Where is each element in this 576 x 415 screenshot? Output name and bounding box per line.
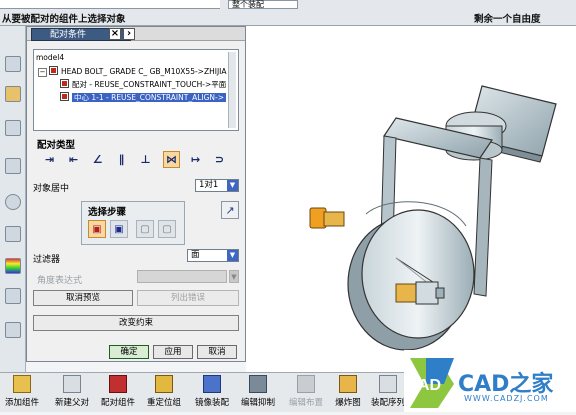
tree-row[interactable]: 配对 - REUSE_CONSTRAINT_TOUCH->平面 — [60, 79, 236, 91]
step-second-from-icon[interactable]: ▢ — [136, 220, 154, 238]
object-center-label: 对象居中 — [33, 184, 70, 194]
constraint-tree[interactable]: model4 − HEAD BOLT_ GRADE C_ GB_M10X55->Z… — [33, 49, 239, 131]
exploded-view-icon — [339, 375, 357, 393]
color-palette-icon[interactable] — [5, 258, 21, 274]
parallel-icon[interactable]: ∥ — [113, 151, 130, 168]
checkbox[interactable] — [60, 79, 69, 88]
add-component-icon — [13, 375, 31, 393]
roles-icon[interactable] — [5, 288, 21, 304]
mirror-icon — [203, 375, 221, 393]
system-materials-icon[interactable] — [5, 322, 21, 338]
change-constraint-button[interactable]: 改变约束 — [33, 315, 239, 331]
angle-expression-field[interactable] — [137, 270, 227, 283]
reposition-icon — [155, 375, 173, 393]
web-browser-icon[interactable] — [5, 226, 21, 242]
graphics-viewport[interactable] — [246, 26, 576, 372]
reverse-direction-icon[interactable]: ↗ — [221, 201, 239, 219]
selection-steps-group: 选择步骤 ▣ ▣ ▢ ▢ — [81, 201, 185, 245]
mate-component-icon — [109, 375, 127, 393]
center-icon[interactable]: ⋈ — [163, 151, 180, 168]
reposition-button[interactable]: 重定位组 — [142, 375, 186, 411]
add-component-button[interactable]: 添加组件 — [2, 375, 42, 411]
checkbox[interactable] — [49, 66, 58, 75]
part-nav-icon[interactable] — [5, 120, 21, 136]
step-second-to-icon[interactable]: ▢ — [158, 220, 176, 238]
history-icon[interactable] — [5, 194, 21, 210]
exploded-view-button[interactable]: 爆炸图 — [330, 375, 366, 411]
mirror-assembly-button[interactable]: 镜像装配 — [190, 375, 234, 411]
cancel-button[interactable]: 取消 — [197, 345, 237, 359]
object-center-select[interactable]: 1对1 ▼ — [195, 179, 239, 192]
suppression-icon — [249, 375, 267, 393]
angle-expression-label: 角度表达式 — [37, 276, 83, 286]
ok-button[interactable]: 确定 — [109, 345, 149, 359]
checkbox[interactable] — [60, 92, 69, 101]
logo-ad-letters: AD — [418, 377, 441, 394]
sequence-icon — [379, 375, 397, 393]
create-parent-icon — [63, 375, 81, 393]
edit-arrangement-button[interactable]: 编辑布置 — [284, 375, 328, 411]
tangent-icon[interactable]: ⊃ — [211, 151, 228, 168]
step-from-icon[interactable]: ▣ — [88, 220, 106, 238]
cadzj-logo: AD CAD之家 WWW.CADZJ.COM — [404, 350, 576, 412]
create-parent-button[interactable]: 新建父对 — [50, 375, 94, 411]
edit-suppression-button[interactable]: 编辑抑制 — [236, 375, 280, 411]
dialog-titlebar: 配对条件 × › — [27, 27, 245, 41]
status-bar: 整个装配 从要被配对的组件上选择对象 剩余一个自由度 — [0, 0, 576, 26]
perpendicular-icon[interactable]: ⊥ — [137, 151, 154, 168]
close-icon[interactable]: × — [109, 28, 121, 40]
arrangement-icon — [297, 375, 315, 393]
chevron-down-icon[interactable]: ▼ — [227, 250, 238, 261]
cancel-preview-button[interactable]: 取消预览 — [33, 290, 133, 306]
mate-component-button[interactable]: 配对组件 — [98, 375, 138, 411]
list-errors-button[interactable]: 列出错误 — [137, 290, 239, 306]
distance-icon[interactable]: ↦ — [187, 151, 204, 168]
caster-wheel-model — [309, 85, 557, 351]
collapse-icon[interactable]: − — [38, 68, 47, 77]
selection-bar[interactable] — [0, 0, 220, 9]
constraint-nav-icon[interactable] — [5, 86, 21, 102]
assembly-nav-icon[interactable] — [5, 56, 21, 72]
filter-select[interactable]: 面 ▼ — [187, 249, 239, 262]
tree-row-selected[interactable]: 中心 1-1 - REUSE_CONSTRAINT_ALIGN-> — [60, 92, 236, 104]
prompt-text: 从要被配对的组件上选择对象 — [2, 14, 126, 25]
constraint-type-heading: 配对类型 — [37, 140, 76, 151]
step-to-icon[interactable]: ▣ — [110, 220, 128, 238]
reuse-library-icon[interactable] — [5, 158, 21, 174]
tree-row[interactable]: − HEAD BOLT_ GRADE C_ GB_M10X55->ZHIJIA — [38, 66, 234, 78]
apply-button[interactable]: 应用 — [153, 345, 193, 359]
type-filter-combo[interactable]: 整个装配 — [228, 0, 298, 9]
tree-scrollbar[interactable] — [228, 52, 236, 128]
tree-root[interactable]: model4 — [36, 52, 64, 64]
logo-url: WWW.CADZJ.COM — [464, 394, 549, 403]
mate-icon[interactable]: ⇥ — [41, 151, 58, 168]
chevron-right-icon[interactable]: › — [123, 28, 135, 40]
chevron-down-icon[interactable]: ▼ — [227, 180, 238, 191]
filter-label: 过滤器 — [33, 255, 61, 265]
selection-steps-heading: 选择步骤 — [88, 207, 127, 218]
expression-menu-icon[interactable]: ▼ — [229, 270, 239, 283]
align-icon[interactable]: ⇤ — [65, 151, 82, 168]
status-text: 剩余一个自由度 — [474, 14, 541, 25]
left-toolbar — [0, 26, 26, 372]
angle-icon[interactable]: ∠ — [89, 151, 106, 168]
mating-conditions-dialog: 配对条件 × › model4 − HEAD BOLT_ GRADE C_ GB_… — [26, 26, 246, 362]
